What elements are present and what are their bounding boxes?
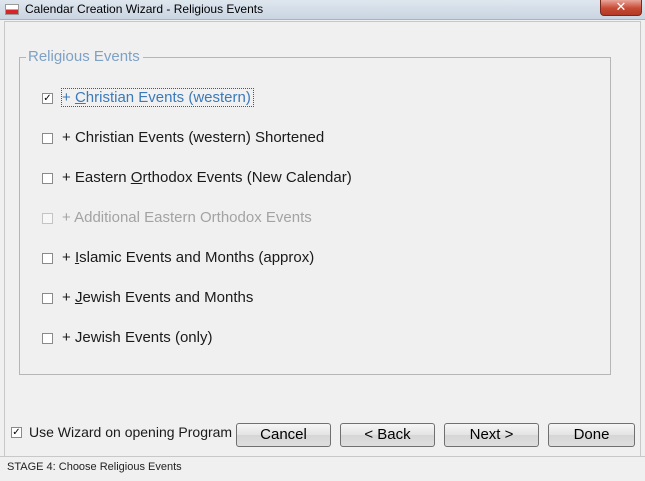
option-checkbox[interactable] <box>42 253 53 264</box>
option-checkbox[interactable] <box>42 173 53 184</box>
option-checkbox[interactable] <box>42 293 53 304</box>
option-label: + Christian Events (western) <box>61 88 254 107</box>
window-title: Calendar Creation Wizard - Religious Eve… <box>25 2 264 16</box>
religious-events-legend: Religious Events <box>26 48 143 65</box>
option-checkbox[interactable] <box>42 133 53 144</box>
use-wizard-checkbox-box[interactable]: ✓ <box>11 427 22 438</box>
option-label: + Jewish Events and Months <box>62 289 254 306</box>
option-checkbox[interactable]: ✓ <box>42 93 53 104</box>
option-checkbox <box>42 213 53 224</box>
option-label: + Islamic Events and Months (approx) <box>62 249 315 266</box>
cancel-button[interactable]: Cancel <box>236 423 331 447</box>
wizard-window: Calendar Creation Wizard - Religious Eve… <box>0 0 645 481</box>
back-button[interactable]: < Back <box>340 423 435 447</box>
app-icon <box>5 4 19 15</box>
status-bar: STAGE 4: Choose Religious Events <box>0 456 645 481</box>
option-label: + Christian Events (western) Shortened <box>62 129 325 146</box>
close-button[interactable]: ✕ <box>600 0 642 16</box>
status-text: STAGE 4: Choose Religious Events <box>7 461 182 473</box>
done-button[interactable]: Done <box>548 423 635 447</box>
use-wizard-label: Use Wizard on opening Program <box>29 424 233 440</box>
title-bar: Calendar Creation Wizard - Religious Eve… <box>0 0 645 20</box>
option-label: + Eastern Orthodox Events (New Calendar) <box>62 169 352 186</box>
option-label: + Additional Eastern Orthodox Events <box>62 209 312 226</box>
option-checkbox[interactable] <box>42 333 53 344</box>
next-button[interactable]: Next > <box>444 423 539 447</box>
option-label: + Jewish Events (only) <box>62 329 213 346</box>
